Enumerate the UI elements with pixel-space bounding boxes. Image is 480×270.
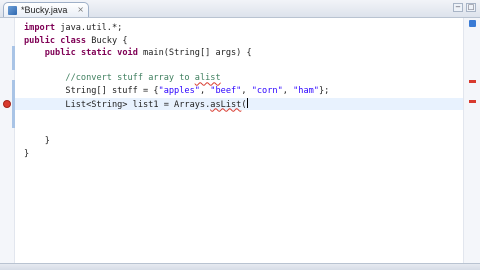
overview-error-mark[interactable] <box>469 100 476 103</box>
code-token: } <box>24 136 50 147</box>
code-token: alist <box>194 73 221 84</box>
code-line[interactable]: //convert stuff array to alist <box>24 72 329 85</box>
code-token: }; <box>318 85 330 96</box>
code-line[interactable] <box>24 110 329 123</box>
code-token: static <box>80 48 112 59</box>
source-code[interactable]: import java.util.*; public class Bucky { … <box>24 22 329 161</box>
code-line[interactable] <box>24 123 329 136</box>
code-line[interactable]: } <box>24 135 329 148</box>
code-editor[interactable]: import java.util.*; public class Bucky { … <box>0 18 480 263</box>
code-token: main(String[] args) { <box>137 48 252 59</box>
code-line[interactable]: List<String> list1 = Arrays.asList( <box>24 97 329 111</box>
code-line[interactable]: public static void main(String[] args) { <box>24 47 329 60</box>
eclipse-editor-window: *Bucky.java × − □ import java.util.*; pub… <box>0 0 480 270</box>
code-token: asList <box>210 99 242 110</box>
minimize-button[interactable]: − <box>453 3 463 12</box>
tab-bucky-java[interactable]: *Bucky.java × <box>3 2 89 17</box>
code-token: public <box>44 48 76 59</box>
code-token: List<String> list1 = Arrays. <box>24 99 211 110</box>
overview-error-mark[interactable] <box>469 80 476 83</box>
code-token: //convert stuff array to <box>65 73 195 84</box>
vertical-ruler[interactable] <box>0 18 15 263</box>
code-token: import <box>24 23 56 33</box>
code-token: void <box>117 48 138 59</box>
bottom-bar <box>0 263 480 270</box>
code-token: public <box>24 35 56 46</box>
code-token: , <box>199 85 211 96</box>
error-marker-icon[interactable] <box>3 100 11 108</box>
code-token: "corn" <box>251 85 283 96</box>
maximize-button[interactable]: □ <box>466 3 476 12</box>
code-line[interactable] <box>24 60 329 73</box>
code-token: class <box>60 35 87 46</box>
code-token: Bucky { <box>86 35 128 46</box>
code-line[interactable]: public class Bucky { <box>24 35 329 48</box>
code-token: "ham" <box>293 85 319 96</box>
code-token: String[] stuff = { <box>24 85 159 96</box>
code-line[interactable]: import java.util.*; <box>24 22 329 35</box>
code-token: "beef" <box>210 85 242 96</box>
code-line[interactable]: } <box>24 148 329 161</box>
window-controls: − □ <box>453 3 476 12</box>
code-token: "apples" <box>158 85 200 96</box>
code-token: , <box>241 85 252 96</box>
code-line[interactable]: String[] stuff = {"apples", "beef", "cor… <box>24 85 329 98</box>
tab-label: *Bucky.java <box>21 5 68 15</box>
close-tab-icon[interactable]: × <box>77 6 84 14</box>
text-caret <box>246 97 248 108</box>
fold-indicator[interactable] <box>12 46 15 70</box>
code-token: , <box>282 85 294 96</box>
code-token: java.util.*; <box>55 23 123 33</box>
editor-tab-bar: *Bucky.java × − □ <box>0 0 480 18</box>
overview-status-icon[interactable] <box>469 20 476 27</box>
java-file-icon <box>8 5 17 15</box>
code-token: } <box>24 148 30 159</box>
overview-ruler[interactable] <box>463 18 480 263</box>
